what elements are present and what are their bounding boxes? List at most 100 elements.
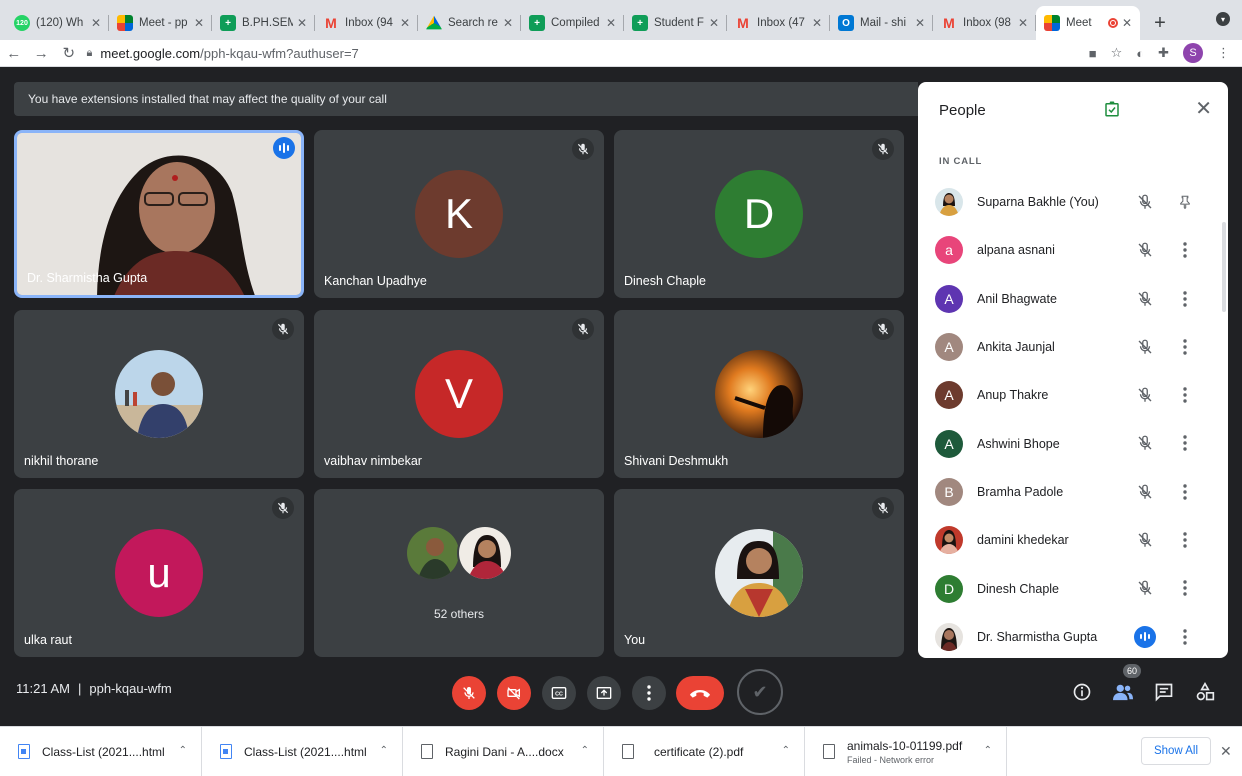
browser-tab-whatsapp[interactable]: 120 (120) Wh ✕ xyxy=(6,6,109,40)
browser-tab-sheet[interactable]: + Compiled ✕ xyxy=(521,6,624,40)
participant-count-badge: 60 xyxy=(1123,664,1141,678)
panel-scrollbar[interactable] xyxy=(1222,222,1226,312)
browser-menu-icon[interactable]: ⋮ xyxy=(1217,45,1230,61)
close-icon[interactable]: ✕ xyxy=(91,16,101,30)
participant-row[interactable]: A Ankita Jaunjal xyxy=(918,323,1218,371)
more-options-button[interactable] xyxy=(632,676,666,710)
close-icon[interactable]: ✕ xyxy=(297,16,307,30)
back-icon[interactable]: ← xyxy=(0,45,28,62)
mic-off-icon xyxy=(1134,577,1156,599)
new-tab-button[interactable]: + xyxy=(1146,6,1174,40)
captions-button[interactable]: CC xyxy=(542,676,576,710)
bookmark-star-icon[interactable]: ☆ xyxy=(1111,45,1123,61)
camera-in-use-icon[interactable]: ■ xyxy=(1089,46,1097,61)
pin-icon[interactable] xyxy=(1180,191,1190,213)
participant-row[interactable]: A Anup Thakre xyxy=(918,371,1218,419)
chevron-up-icon[interactable]: ⌃ xyxy=(179,745,187,756)
show-all-downloads-button[interactable]: Show All xyxy=(1141,737,1211,765)
close-icon[interactable]: ✕ xyxy=(194,16,204,30)
more-options-icon[interactable] xyxy=(1180,432,1190,454)
more-options-icon[interactable] xyxy=(1180,239,1190,261)
whatsapp-icon: 120 xyxy=(14,15,30,31)
extension-icon[interactable]: ◐ xyxy=(1136,46,1144,61)
reaction-check-icon[interactable]: ✔ xyxy=(737,669,783,715)
more-options-icon[interactable] xyxy=(1180,481,1190,503)
camera-toggle-button[interactable] xyxy=(497,676,531,710)
participant-tile[interactable]: D Dinesh Chaple xyxy=(614,130,904,298)
participant-row[interactable]: B Bramha Padole xyxy=(918,468,1218,516)
browser-tab-gmail[interactable]: M Inbox (98 ✕ xyxy=(933,6,1036,40)
close-icon[interactable]: ✕ xyxy=(812,16,822,30)
close-icon[interactable]: ✕ xyxy=(606,16,616,30)
close-icon[interactable]: ✕ xyxy=(915,16,925,30)
download-item[interactable]: certificate (2).pdf ⌃ xyxy=(604,726,805,776)
participant-row[interactable]: Suparna Bakhle (You) xyxy=(918,178,1218,226)
microphone-toggle-button[interactable] xyxy=(452,676,486,710)
more-options-icon[interactable] xyxy=(1180,288,1190,310)
browser-tab-sheet[interactable]: + Student F ✕ xyxy=(624,6,727,40)
download-item[interactable]: Ragini Dani - A....docx ⌃ xyxy=(403,726,604,776)
people-panel: People ✕ IN CALL Suparna Bakhle (You) a … xyxy=(918,82,1228,658)
tab-search-icon[interactable]: ▾ xyxy=(1216,12,1230,26)
close-icon[interactable]: ✕ xyxy=(503,16,513,30)
participant-tile[interactable]: u ulka raut xyxy=(14,489,304,657)
close-icon[interactable]: ✕ xyxy=(1220,743,1232,760)
extensions-puzzle-icon[interactable]: ✚ xyxy=(1158,45,1169,61)
participant-tile[interactable]: nikhil thorane xyxy=(14,310,304,478)
download-item[interactable]: Class-List (2021....html ⌃ xyxy=(0,726,202,776)
lock-icon[interactable]: 🔒︎ xyxy=(87,47,93,60)
browser-tab-sheet[interactable]: + B.PH.SEM ✕ xyxy=(212,6,315,40)
url-host: meet.google.com xyxy=(100,45,201,61)
participant-row[interactable]: damini khedekar xyxy=(918,516,1218,564)
participant-tile[interactable]: V vaibhav nimbekar xyxy=(314,310,604,478)
chat-icon[interactable] xyxy=(1153,681,1175,703)
download-item[interactable]: animals-10-01199.pdf Failed - Network er… xyxy=(805,726,1007,776)
self-tile[interactable]: You xyxy=(614,489,904,657)
participant-row[interactable]: Dr. Sharmistha Gupta xyxy=(918,613,1218,658)
close-icon[interactable]: ✕ xyxy=(1018,16,1028,30)
browser-tab-gmail[interactable]: M Inbox (47 ✕ xyxy=(727,6,830,40)
reload-icon[interactable]: ↻ xyxy=(55,44,83,62)
browser-tab-meet[interactable]: Meet - pp ✕ xyxy=(109,6,212,40)
chevron-up-icon[interactable]: ⌃ xyxy=(581,745,589,756)
participant-avatar xyxy=(935,188,963,217)
browser-tab-outlook[interactable]: O Mail - shi ✕ xyxy=(830,6,933,40)
participant-tile[interactable]: Shivani Deshmukh xyxy=(614,310,904,478)
others-tile[interactable]: 52 others xyxy=(314,489,604,657)
participant-row[interactable]: D Dinesh Chaple xyxy=(918,564,1218,612)
download-item[interactable]: Class-List (2021....html ⌃ xyxy=(202,726,403,776)
forward-icon[interactable]: → xyxy=(28,45,56,62)
people-icon[interactable] xyxy=(1112,681,1134,703)
chevron-up-icon[interactable]: ⌃ xyxy=(380,745,388,756)
meeting-details-icon[interactable] xyxy=(1071,681,1093,703)
leave-call-button[interactable] xyxy=(676,676,724,710)
browser-tab-meet-active[interactable]: Meet ✕ xyxy=(1036,6,1140,40)
participant-tile[interactable]: Dr. Sharmistha Gupta xyxy=(14,130,304,298)
mic-off-icon xyxy=(272,497,294,519)
close-icon[interactable]: ✕ xyxy=(1195,99,1212,119)
more-options-icon[interactable] xyxy=(1180,529,1190,551)
more-options-icon[interactable] xyxy=(1180,577,1190,599)
present-screen-button[interactable] xyxy=(587,676,621,710)
activities-icon[interactable] xyxy=(1194,681,1216,703)
host-controls-icon[interactable] xyxy=(1103,100,1121,118)
download-filename: Class-List (2021....html xyxy=(244,744,367,759)
close-icon[interactable]: ✕ xyxy=(709,16,719,30)
more-options-icon[interactable] xyxy=(1180,384,1190,406)
participant-row[interactable]: a alpana asnani xyxy=(918,226,1218,274)
participant-row[interactable]: A Anil Bhagwate xyxy=(918,275,1218,323)
chevron-up-icon[interactable]: ⌃ xyxy=(984,745,992,756)
more-options-icon[interactable] xyxy=(1180,336,1190,358)
mic-off-icon xyxy=(572,138,594,160)
address-bar[interactable]: 🔒︎ meet.google.com/pph-kqau-wfm?authuser… xyxy=(87,41,1089,65)
participant-row[interactable]: A Ashwini Bhope xyxy=(918,419,1218,467)
browser-tab-gmail[interactable]: M Inbox (94 ✕ xyxy=(315,6,418,40)
participant-photo xyxy=(457,525,513,581)
participant-tile[interactable]: K Kanchan Upadhye xyxy=(314,130,604,298)
close-icon[interactable]: ✕ xyxy=(400,16,410,30)
more-options-icon[interactable] xyxy=(1180,626,1190,648)
browser-tab-drive[interactable]: Search re ✕ xyxy=(418,6,521,40)
profile-avatar[interactable]: S xyxy=(1183,43,1204,63)
chevron-up-icon[interactable]: ⌃ xyxy=(782,745,790,756)
close-icon[interactable]: ✕ xyxy=(1122,16,1132,30)
